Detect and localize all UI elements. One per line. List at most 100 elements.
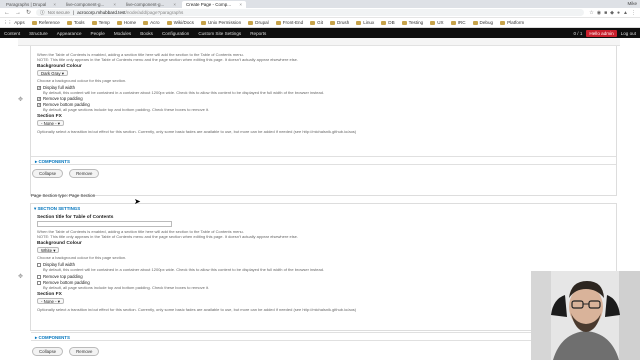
remove-button[interactable]: Remove (69, 347, 100, 356)
bookmark-folder[interactable]: Temp (91, 20, 110, 25)
tab-title: live-component-g... (66, 2, 105, 7)
bg-colour-select[interactable]: White ▾ (37, 247, 60, 253)
chevron-down-icon: ▾ (53, 248, 56, 253)
section-header-strip (18, 38, 620, 46)
section-settings-summary[interactable]: ▾ SECTION SETTINGS (34, 206, 594, 212)
checkbox-icon[interactable] (37, 96, 41, 101)
toolbar-reports[interactable]: Reports (250, 31, 266, 36)
extension-icon[interactable]: ▲ (623, 10, 628, 16)
folder-icon (248, 20, 254, 25)
checkbox-icon[interactable] (37, 274, 41, 279)
bookmark-folder[interactable]: UX (430, 20, 444, 25)
section-fx-desc: Optionally select a transition in/out ef… (37, 129, 357, 134)
bookmark-folder[interactable]: Tools (66, 20, 85, 25)
full-width-desc: By default, this content will be contain… (43, 90, 325, 95)
folder-icon (200, 20, 206, 25)
full-width-desc: By default, this content will be contain… (43, 267, 325, 272)
presenter-image (531, 271, 640, 360)
checkbox-icon[interactable] (37, 85, 41, 90)
remove-button[interactable]: Remove (69, 169, 100, 178)
checkbox-icon[interactable] (37, 280, 41, 285)
close-icon[interactable]: × (239, 1, 242, 8)
triangle-right-icon: ▸ (35, 335, 38, 340)
components-details-2[interactable]: ▸ COMPONENTS (31, 332, 616, 341)
chevron-down-icon: ▾ (57, 121, 60, 126)
browser-tab[interactable]: live-component-g... × (122, 1, 180, 8)
bookmark-folder[interactable]: Home (116, 20, 136, 25)
bookmark-folder[interactable]: DB (381, 20, 395, 25)
folder-icon (166, 20, 172, 25)
components-details-1[interactable]: ▸ COMPONENTS (31, 156, 616, 165)
bookmark-folder[interactable]: Unix Permission (200, 20, 241, 25)
section-fx-desc: Optionally select a transition in/out ef… (37, 307, 357, 312)
toolbar-modules[interactable]: Modules (114, 31, 131, 36)
drag-handle-icon[interactable]: ✥ (18, 273, 23, 280)
bookmark-folder[interactable]: Debug (472, 20, 493, 25)
toolbar-counter[interactable]: 0 / 1 (573, 31, 582, 36)
top-padding-checkbox[interactable]: Remove top padding (37, 96, 597, 101)
collapse-button[interactable]: Collapse (32, 169, 64, 178)
bookmark-apps[interactable]: ⋮⋮ Apps (3, 20, 25, 26)
folder-icon (356, 20, 362, 25)
bookmark-folder[interactable]: Wiki/Docs (166, 20, 194, 25)
bookmark-folder[interactable]: Linux (356, 20, 374, 25)
bookmark-folder[interactable]: Drush (330, 20, 349, 25)
browser-tab[interactable]: Paragraphs | Drupal × (2, 1, 60, 8)
toolbar-content[interactable]: Content (4, 31, 20, 36)
folder-icon (91, 20, 97, 25)
logout-link[interactable]: Log out (621, 31, 636, 36)
chevron-down-icon: ▾ (57, 299, 60, 304)
toolbar-people[interactable]: People (91, 31, 105, 36)
browser-tab-strip: Paragraphs | Drupal × live-component-g...… (0, 0, 640, 8)
section-fx-select[interactable]: - None - ▾ (37, 120, 64, 126)
url-input[interactable]: ⓘ Not secure | acrocorp.mhubbard.test/no… (36, 9, 585, 16)
url-host: acrocorp.mhubbard.test (77, 10, 126, 15)
collapse-button[interactable]: Collapse (32, 347, 64, 356)
top-padding-checkbox[interactable]: Remove top padding (37, 274, 594, 279)
close-icon[interactable]: × (173, 1, 176, 8)
padding-desc: By default, all page sections include to… (43, 107, 210, 112)
bookmark-folder[interactable]: Front-End (275, 20, 303, 25)
checkbox-icon[interactable] (37, 262, 41, 267)
extension-icon[interactable]: ■ (604, 10, 607, 16)
folder-icon (275, 20, 281, 25)
reload-icon[interactable]: ↻ (26, 9, 31, 16)
folder-icon (116, 20, 122, 25)
checkbox-icon[interactable] (37, 102, 41, 107)
bookmark-folder[interactable]: Platform (500, 20, 524, 25)
star-icon[interactable]: ☆ (589, 10, 593, 16)
bookmark-folder[interactable]: Reference (31, 20, 60, 25)
info-icon[interactable]: ⓘ (40, 10, 45, 16)
extension-icon[interactable]: ◉ (597, 10, 601, 16)
toolbar-books[interactable]: Books (140, 31, 153, 36)
extension-icon[interactable]: ◆ (610, 10, 614, 16)
section-fx-select[interactable]: - None - ▾ (37, 298, 64, 304)
bookmark-folder[interactable]: Git (310, 20, 323, 25)
menu-icon[interactable]: ⋮ (631, 10, 636, 16)
forward-icon[interactable]: → (15, 10, 21, 16)
extension-icon[interactable]: ● (617, 10, 620, 16)
hello-admin-badge[interactable]: Hello admin (586, 29, 617, 37)
folder-icon (31, 20, 37, 25)
toc-title-input[interactable] (37, 221, 172, 227)
drag-handle-icon[interactable]: ✥ (18, 96, 23, 103)
extensions-area: ☆ ◉ ■ ◆ ● ▲ ⋮ (589, 10, 636, 16)
close-icon[interactable]: × (113, 1, 116, 8)
triangle-right-icon: ▸ (35, 159, 38, 164)
toolbar-custom-site-settings[interactable]: Custom Site Settings (198, 31, 241, 36)
admin-toolbar: Content Structure Appearance People Modu… (0, 28, 640, 38)
toolbar-structure[interactable]: Structure (29, 31, 48, 36)
close-icon[interactable]: × (53, 1, 56, 8)
profile-name[interactable]: Mike (627, 1, 637, 6)
bookmark-folder[interactable]: Drupal (248, 20, 269, 25)
tab-title: live-component-g... (126, 2, 165, 7)
toolbar-configuration[interactable]: Configuration (162, 31, 189, 36)
bookmark-folder[interactable]: Testing (401, 20, 423, 25)
browser-tab[interactable]: live-component-g... × (62, 1, 120, 8)
back-icon[interactable]: ← (4, 10, 10, 16)
bookmark-folder[interactable]: IRC (450, 20, 466, 25)
browser-tab-active[interactable]: Create Page - Comp... × (182, 1, 246, 8)
bg-colour-select[interactable]: Dark Gray ▾ (37, 70, 68, 76)
toolbar-appearance[interactable]: Appearance (57, 31, 82, 36)
bookmark-folder[interactable]: Acro (143, 20, 160, 25)
